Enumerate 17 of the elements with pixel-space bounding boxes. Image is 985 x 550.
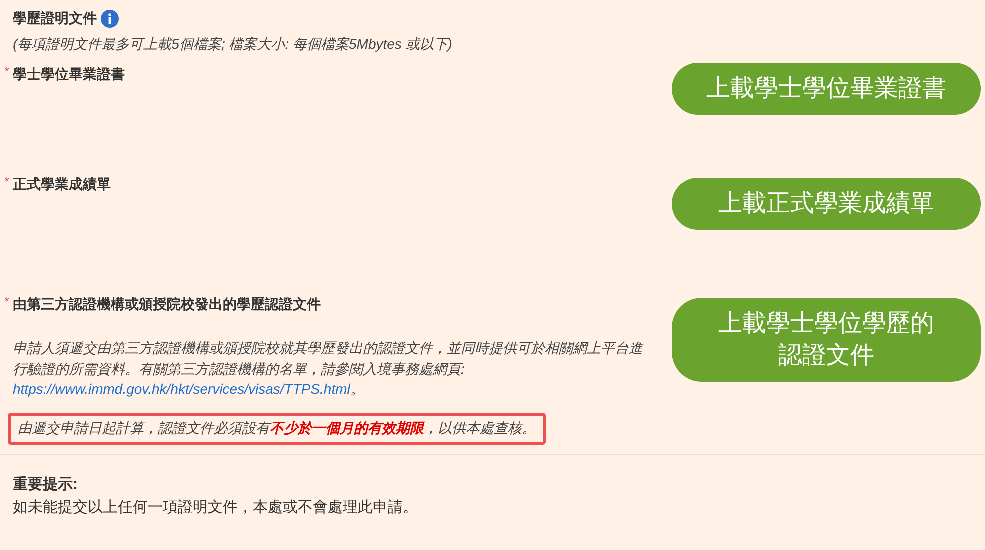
upload-hint: (每項證明文件最多可上載5個檔案; 檔案大小: 每個檔案5Mbytes 或以下) <box>13 36 454 54</box>
upload-button[interactable]: 上載學士學位學歷的 認證文件 <box>672 298 981 382</box>
info-icon[interactable] <box>101 10 119 28</box>
field-label: 由第三方認證機構或頒授院校發出的學歷認證文件 <box>13 296 321 314</box>
required-mark: * <box>5 296 10 308</box>
warning-note: 由遞交申請日起計算，認證文件必須設有不少於一個月的有效期限，以供本處查核。 <box>8 412 546 444</box>
field-label: 學士學位畢業證書 <box>13 66 125 84</box>
notice-title: 重要提示: <box>13 475 79 494</box>
notice-text: 如未能提交以上任何一項證明文件，本處或不會處理此申請。 <box>13 498 419 517</box>
required-mark: * <box>5 176 10 188</box>
upload-button[interactable]: 上載學士學位畢業證書 <box>672 63 981 115</box>
link[interactable]: https://www.immd.gov.hk/hkt/services/visas/TTPS.html <box>13 381 350 397</box>
field-label: 正式學業成績單 <box>13 176 111 194</box>
required-mark: * <box>5 66 10 78</box>
description-text: 申請人須遞交由第三方認證機構或頒授院校就其學歷發出的認證文件，並同時提供可於相關網上平台進行驗證的所需資料。有關第三方認證機構的名單，請參閱入境事務處網頁: https://www.immd.gov.hk/hkt/services/visas/TTPS.html。 <box>13 339 643 399</box>
section-title: 學歷證明文件 <box>13 10 97 28</box>
upload-button[interactable]: 上載正式學業成績單 <box>672 178 981 230</box>
